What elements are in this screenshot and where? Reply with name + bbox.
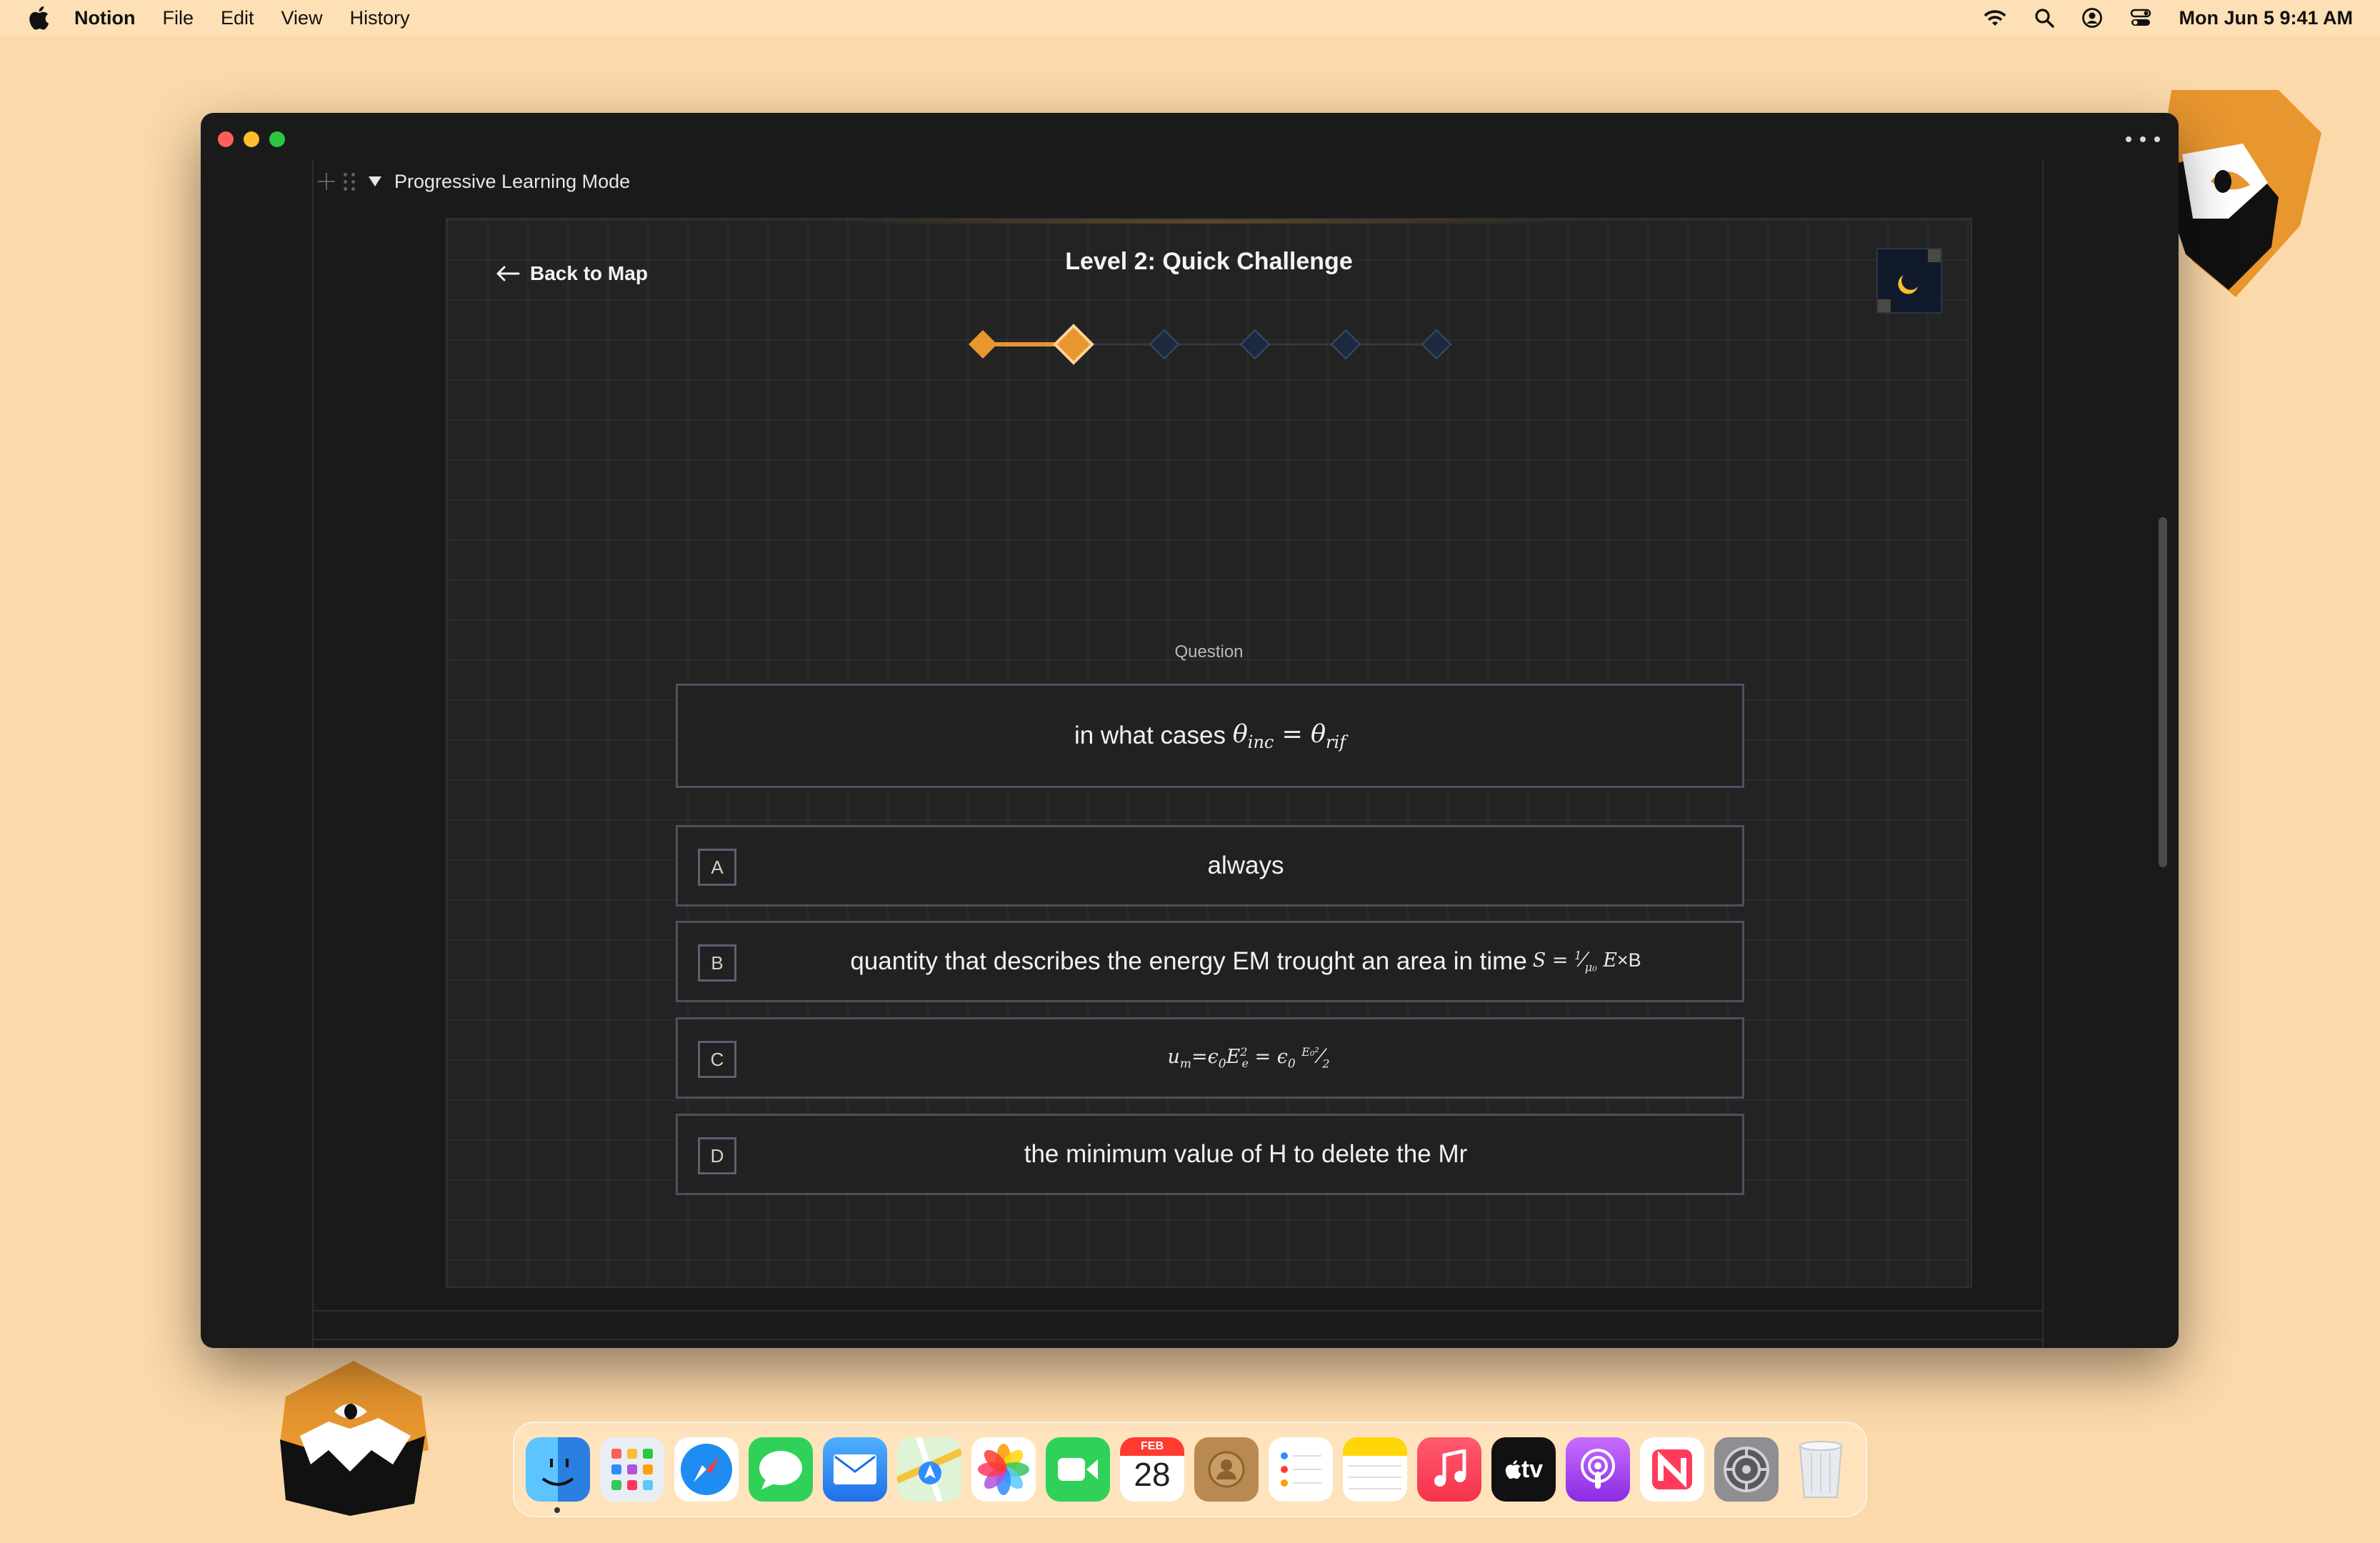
option-d-button[interactable]: D the minimum value of H to delete the M…	[676, 1114, 1744, 1195]
option-text: quantity that describes the energy EM tr…	[850, 947, 1527, 975]
podcasts-icon[interactable]	[1566, 1437, 1630, 1502]
control-center-icon[interactable]	[2130, 8, 2151, 28]
calendar-month: FEB	[1120, 1437, 1184, 1456]
trash-icon[interactable]	[1789, 1437, 1853, 1502]
wifi-icon[interactable]	[1983, 9, 2007, 27]
divider	[314, 1339, 2042, 1340]
mascot-bottom-left-icon	[280, 1361, 429, 1516]
notes-icon[interactable]	[1343, 1437, 1407, 1502]
calendar-day: 28	[1134, 1456, 1171, 1493]
reminders-icon[interactable]	[1269, 1437, 1333, 1502]
menu-view[interactable]: View	[281, 7, 323, 29]
messages-icon[interactable]	[749, 1437, 813, 1502]
question-math: θinc = θrif	[1232, 719, 1346, 752]
option-letter: C	[698, 1041, 736, 1078]
divider	[314, 1310, 2042, 1312]
zoom-window-button[interactable]	[269, 131, 285, 147]
music-icon[interactable]	[1417, 1437, 1481, 1502]
system-settings-icon[interactable]	[1714, 1437, 1779, 1502]
option-letter: B	[698, 944, 736, 982]
notion-window: Progressive Learning Mode Back to Map Le…	[201, 113, 2179, 1348]
contacts-icon[interactable]	[1194, 1437, 1259, 1502]
mail-icon[interactable]	[823, 1437, 887, 1502]
safari-icon[interactable]	[674, 1437, 739, 1502]
facetime-icon[interactable]	[1046, 1437, 1110, 1502]
option-letter: A	[698, 849, 736, 886]
notes-header	[1343, 1437, 1407, 1456]
option-text: always	[1207, 852, 1284, 879]
user-account-icon[interactable]	[2081, 7, 2103, 29]
level-node-5[interactable]	[1330, 329, 1361, 360]
learning-game-embed: Back to Map Level 2: Quick Challenge Que…	[446, 218, 1972, 1288]
level-node-4[interactable]	[1239, 329, 1271, 360]
maps-icon[interactable]	[897, 1437, 961, 1502]
menu-edit[interactable]: Edit	[221, 7, 254, 29]
toggle-title[interactable]: Progressive Learning Mode	[394, 171, 630, 193]
option-a-button[interactable]: A always	[676, 825, 1744, 907]
news-icon[interactable]	[1640, 1437, 1704, 1502]
level-node-6[interactable]	[1421, 329, 1452, 360]
level-node-2[interactable]	[1053, 324, 1094, 365]
search-icon[interactable]	[2034, 8, 2055, 28]
level-node-3[interactable]	[1149, 329, 1180, 360]
apple-icon[interactable]	[27, 6, 50, 30]
menu-file[interactable]: File	[162, 7, 194, 29]
menubar-clock[interactable]: Mon Jun 5 9:41 AM	[2179, 7, 2353, 29]
dock: FEB 28 tv	[513, 1422, 1867, 1517]
question-box: in what cases θinc = θrif	[676, 684, 1744, 788]
drag-handle-icon[interactable]	[344, 172, 356, 191]
option-math: S = 1⁄μ₀ E×B	[1532, 949, 1641, 974]
question-text: in what cases	[1074, 721, 1233, 749]
question-label: Question	[1174, 642, 1244, 661]
apple-tv-label: tv	[1521, 1455, 1544, 1483]
add-block-icon[interactable]	[318, 173, 335, 190]
minimize-window-button[interactable]	[244, 131, 259, 147]
photos-icon[interactable]	[971, 1437, 1036, 1502]
window-controls	[218, 131, 285, 147]
toggle-triangle-icon[interactable]	[369, 176, 381, 186]
option-c-button[interactable]: C um=ϵ0E2e = ϵ0 E₀²⁄2	[676, 1017, 1744, 1099]
toggle-block: Progressive Learning Mode	[318, 166, 630, 197]
level-progress-track	[969, 324, 1452, 365]
launchpad-icon[interactable]	[600, 1437, 664, 1502]
option-b-button[interactable]: B quantity that describes the energy EM …	[676, 921, 1744, 1002]
option-letter: D	[698, 1137, 736, 1174]
apple-tv-icon[interactable]: tv	[1491, 1437, 1556, 1502]
page-scrollbar[interactable]	[2159, 517, 2167, 867]
level-node-1[interactable]	[969, 330, 997, 359]
close-window-button[interactable]	[218, 131, 234, 147]
option-text: the minimum value of H to delete the Mr	[1024, 1140, 1468, 1168]
calendar-icon[interactable]: FEB 28	[1120, 1437, 1184, 1502]
option-math: um=ϵ0E2e = ϵ0 E₀²⁄2	[1167, 1044, 1330, 1072]
finder-running-indicator	[554, 1507, 560, 1513]
menu-bar: Notion File Edit View History Mon Jun 5 …	[0, 0, 2380, 36]
menu-app-name[interactable]: Notion	[74, 7, 135, 29]
finder-icon[interactable]	[526, 1437, 590, 1502]
menu-history[interactable]: History	[350, 7, 410, 29]
more-options-icon[interactable]	[2126, 129, 2160, 150]
